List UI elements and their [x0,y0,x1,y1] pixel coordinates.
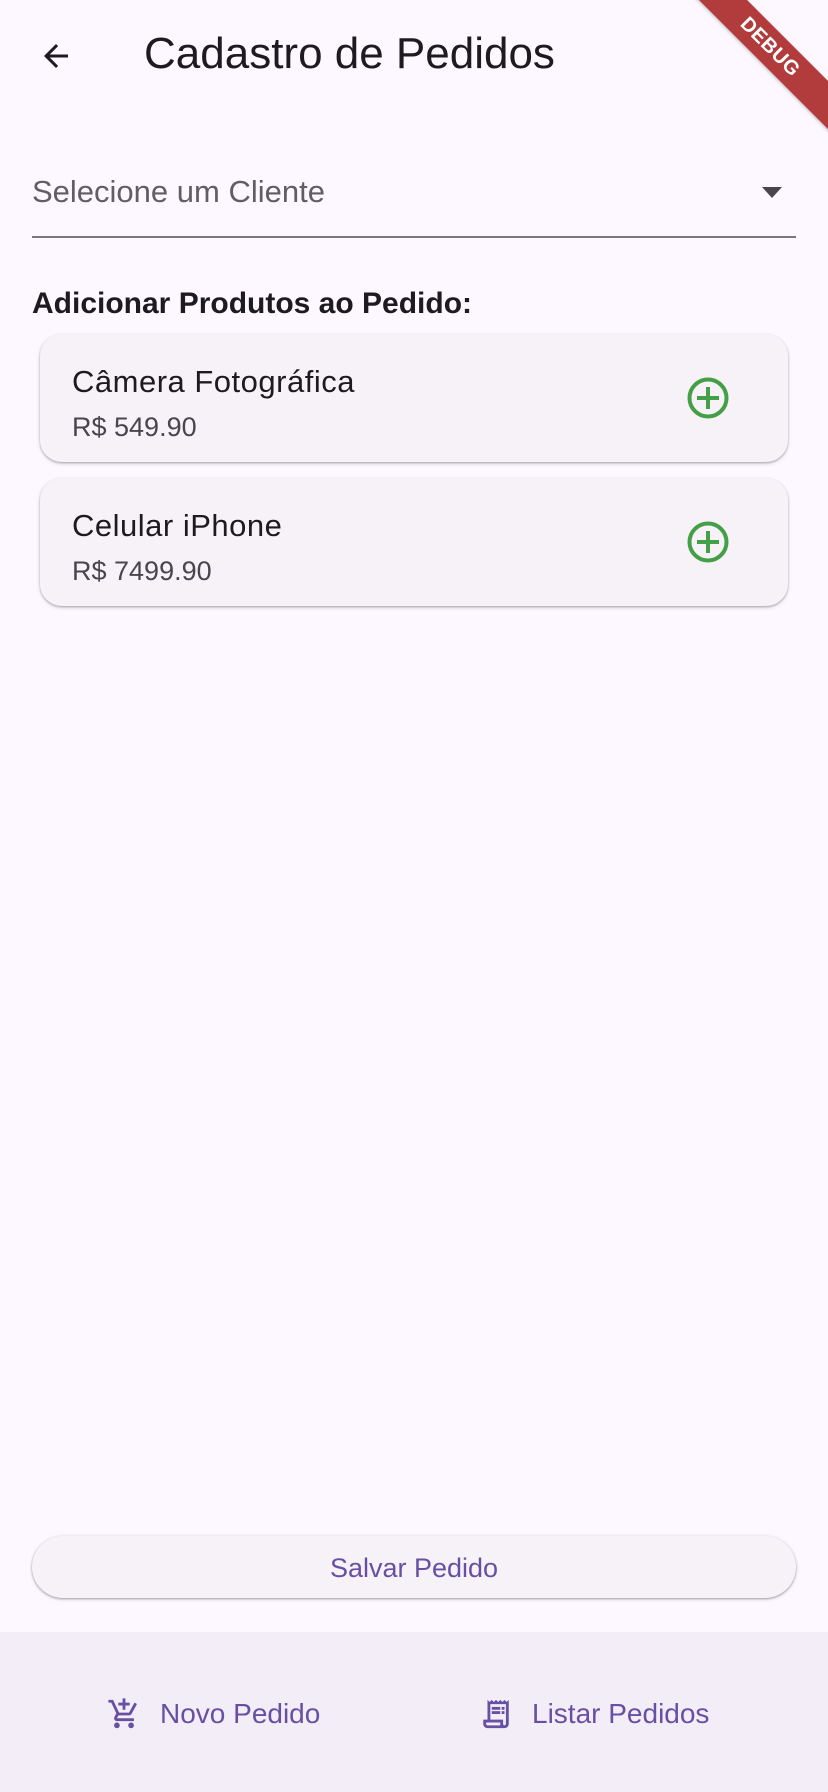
page-title: Cadastro de Pedidos [144,29,555,78]
nav-item-label: Listar Pedidos [532,1698,710,1729]
bottom-navigation: Novo Pedido Listar Pedidos [0,1632,828,1792]
product-name: Celular iPhone [72,508,283,543]
product-price: R$ 7499.90 [72,556,212,586]
arrow-back-icon [44,44,68,68]
save-order-button[interactable]: Salvar Pedido [32,1536,796,1598]
product-price: R$ 549.90 [72,412,197,442]
product-card: Celular iPhone R$ 7499.90 [40,478,788,606]
nav-item-new-order[interactable]: Novo Pedido [106,1690,320,1738]
receipt-long-icon [478,1696,514,1732]
add-circle-outline-icon[interactable] [684,374,732,422]
add-circle-outline-icon[interactable] [684,518,732,566]
nav-item-label: Novo Pedido [160,1698,321,1729]
nav-item-list-orders[interactable]: Listar Pedidos [478,1690,709,1738]
product-name: Câmera Fotográfica [72,364,355,399]
product-card: Câmera Fotográfica R$ 549.90 [40,334,788,462]
products-section-label: Adicionar Produtos ao Pedido: [32,287,473,320]
client-select-placeholder: Selecione um Cliente [32,174,325,209]
add-shopping-cart-icon [106,1696,142,1732]
app-bar: Cadastro de Pedidos [0,0,828,110]
arrow-drop-down-icon [762,187,782,198]
back-button[interactable] [24,24,88,88]
product-list: Câmera Fotográfica R$ 549.90 Celular iPh… [40,334,788,622]
client-select-dropdown[interactable]: Selecione um Cliente [32,150,796,238]
